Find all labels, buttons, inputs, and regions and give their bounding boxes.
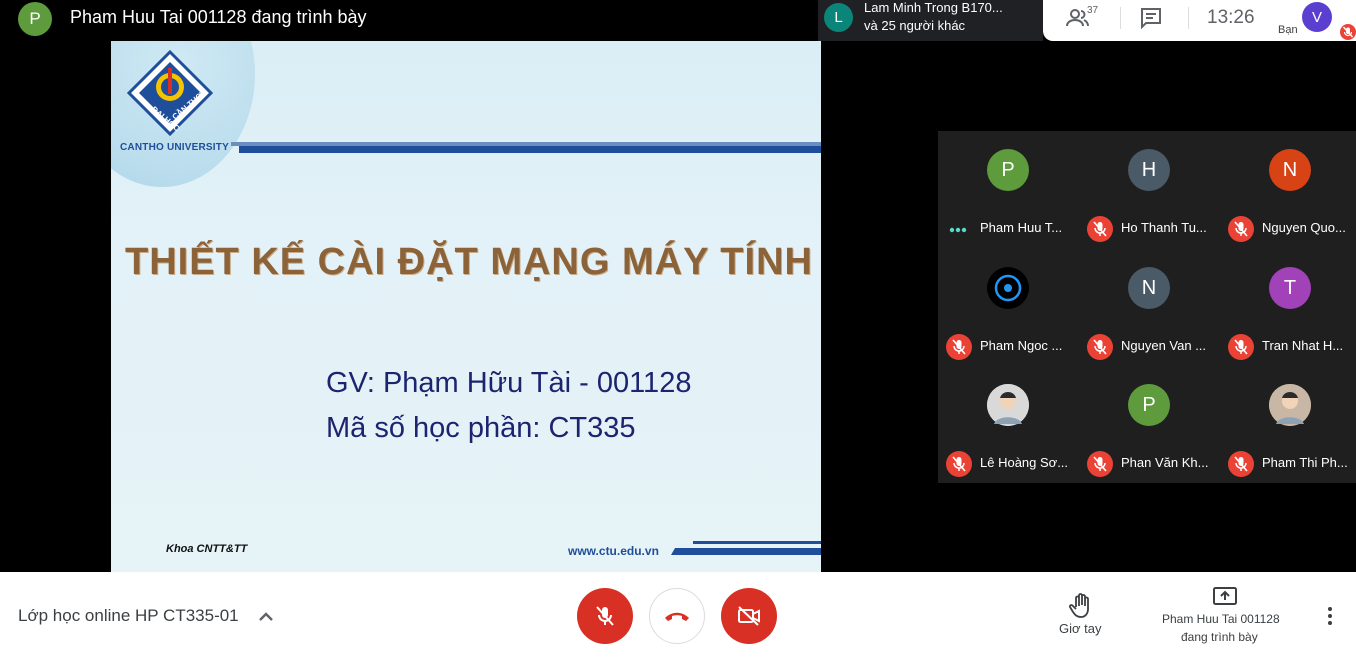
participant-avatar: N [1128,267,1170,309]
self-label: Bạn [1278,24,1298,36]
participant-name: Nguyen Van ... [1121,338,1207,353]
university-logo-icon: ĐẠI HỌC CẦN THƠ [127,50,213,136]
university-name: CANTHO UNIVERSITY [120,142,229,153]
participant-avatar: N [1269,149,1311,191]
faculty-label: Khoa CNTT&TT [166,543,248,555]
participant-name: Pham Huu T... [980,220,1063,235]
more-options-icon[interactable] [1320,606,1340,626]
mic-toggle-button[interactable] [577,588,633,644]
presenter-label: Pham Huu Tai 001128 đang trình bày [70,7,367,27]
slide-title: THIẾT KẾ CÀI ĐẶT MẠNG MÁY TÍNH [125,241,813,283]
raise-hand-icon[interactable] [1058,592,1106,620]
participant-tile[interactable]: Pham Ngoc ... [938,249,1078,366]
muted-mic-icon [1228,216,1254,242]
participant-avatar: P [987,149,1029,191]
self-muted-icon [1340,24,1356,40]
participant-tile[interactable]: P Phan Văn Kh... [1079,366,1219,483]
teacher-line: GV: Phạm Hữu Tài - 001128 [326,367,692,399]
chat-icon[interactable] [1140,7,1162,29]
active-speaker-others: và 25 người khác [864,18,966,33]
bottom-bar: Lớp học online HP CT335-01 Giơ tay Pham … [0,572,1356,661]
raise-hand-label[interactable]: Giơ tay [1059,621,1101,636]
speaking-dots-icon [949,225,967,233]
divider [1120,7,1121,29]
camera-off-icon [738,606,760,626]
divider [1188,7,1189,29]
participant-name: Lê Hoàng Sơ... [980,455,1069,470]
participant-tile[interactable]: Lê Hoàng Sơ... [938,366,1078,483]
presenting-label-line2[interactable]: đang trình bày [1181,630,1258,644]
participant-tile[interactable]: N Nguyen Quo... [1220,131,1356,248]
muted-mic-icon [1228,334,1254,360]
participant-name: Phan Văn Kh... [1121,455,1209,470]
chevron-up-icon[interactable] [258,610,274,622]
leave-call-button[interactable] [649,588,705,644]
participant-avatar: T [1269,267,1311,309]
website-label: www.ctu.edu.vn [568,544,659,558]
photo-avatar-icon [987,384,1029,426]
muted-mic-icon [946,451,972,477]
presenting-label-line1[interactable]: Pham Huu Tai 001128 [1162,612,1280,626]
participants-count: 37 [1087,5,1099,16]
active-speaker-box[interactable]: L Lam Minh Trong B170... và 25 người khá… [818,0,1043,41]
participant-name: Tran Nhat H... [1262,338,1344,353]
participant-tile[interactable]: H Ho Thanh Tu... [1079,131,1219,248]
participant-name: Pham Ngoc ... [980,338,1063,353]
ring-avatar-icon [987,267,1029,309]
participant-tile[interactable]: T Tran Nhat H... [1220,249,1356,366]
participant-tile[interactable]: P Pham Huu T... [938,131,1078,248]
participant-name: Ho Thanh Tu... [1121,220,1207,235]
camera-toggle-button[interactable] [721,588,777,644]
participant-tile[interactable]: N Nguyen Van ... [1079,249,1219,366]
present-screen-icon[interactable] [1212,586,1238,608]
active-speaker-name: Lam Minh Trong B170... [864,0,1003,15]
self-avatar[interactable]: V [1302,2,1332,32]
muted-mic-icon [1087,334,1113,360]
muted-mic-icon [946,334,972,360]
meet-window: P Pham Huu Tai 001128 đang trình bày L L… [0,0,1356,661]
participant-avatar: P [1128,384,1170,426]
participant-avatar: H [1128,149,1170,191]
participant-name: Pham Thi Ph... [1262,455,1348,470]
participant-grid: P Pham Huu T... H Ho Thanh Tu... N Nguyen Quo… [938,131,1356,483]
presenter-avatar: P [18,2,52,36]
course-code-line: Mã số học phần: CT335 [326,412,636,444]
participant-name: Nguyen Quo... [1262,220,1346,235]
presentation-slide: ĐẠI HỌC CẦN THƠ CANTHO UNIVERSITY THIẾT … [111,41,821,572]
clock: 13:26 [1207,7,1255,28]
active-speaker-avatar: L [824,3,853,32]
header-band [239,146,821,153]
meeting-title[interactable]: Lớp học online HP CT335-01 [18,606,239,626]
mic-off-icon [596,606,614,626]
muted-mic-icon [1087,216,1113,242]
muted-mic-icon [1228,451,1254,477]
participant-tile[interactable]: Pham Thi Ph... [1220,366,1356,483]
muted-mic-icon [1087,451,1113,477]
footer-band [671,548,821,555]
top-bar: P Pham Huu Tai 001128 đang trình bày L L… [0,0,1356,41]
footer-band-thin [693,541,821,544]
photo-avatar-icon [1269,384,1311,426]
hang-up-icon [665,612,689,621]
